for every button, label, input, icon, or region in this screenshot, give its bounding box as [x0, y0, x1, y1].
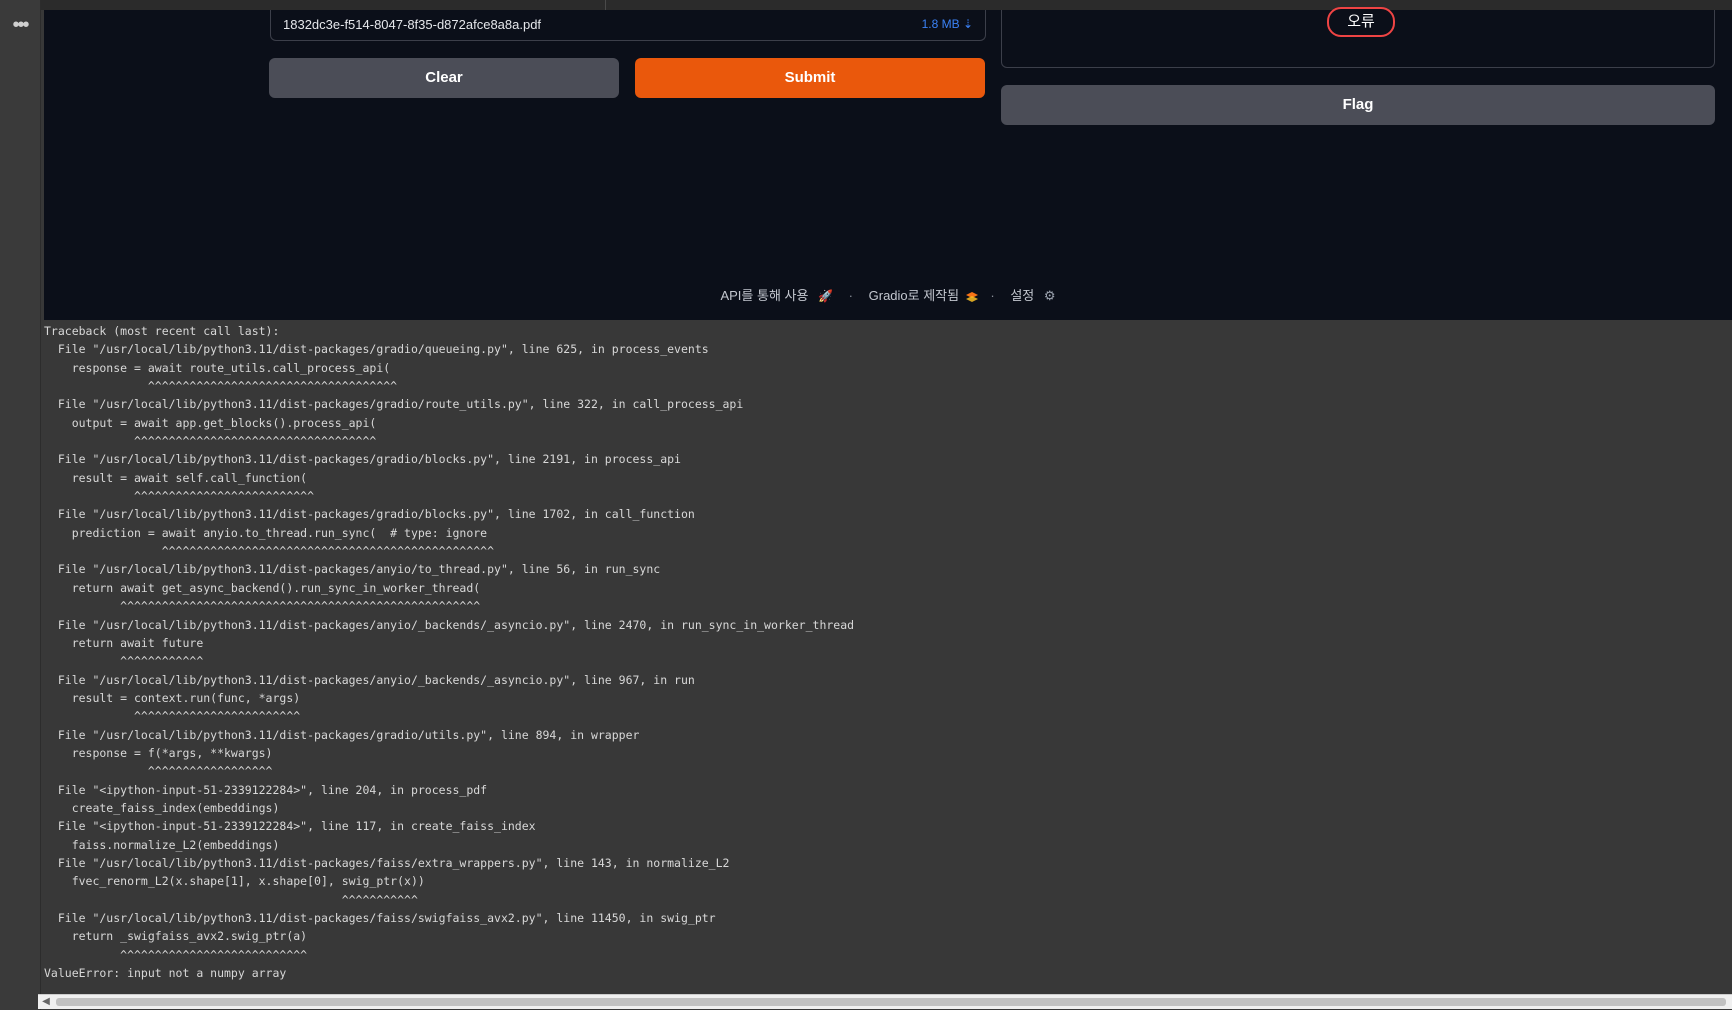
use-via-api-label: API를 통해 사용: [720, 288, 809, 303]
more-options-icon[interactable]: •••: [8, 15, 32, 35]
scroll-left-arrow-icon[interactable]: ◀: [40, 995, 52, 1009]
settings-label: 설정: [1010, 288, 1035, 303]
footer-separator: ·: [990, 288, 995, 303]
scrollbar-thumb[interactable]: [56, 998, 1726, 1006]
traceback-line: return await future: [44, 635, 204, 650]
gradio-logo-icon: [965, 291, 978, 302]
traceback-line: ^^^^^^^^^^^^^^^^^^^^^^^^^^^^^^^^^^^: [44, 434, 377, 449]
gear-icon: ⚙: [1043, 288, 1056, 303]
traceback-line: ^^^^^^^^^^^^: [44, 654, 204, 669]
traceback-line: File "/usr/local/lib/python3.11/dist-pac…: [44, 397, 744, 412]
traceback-line: File "/usr/local/lib/python3.11/dist-pac…: [44, 855, 730, 870]
output-panel: 오류: [1001, 7, 1715, 68]
traceback-line: ^^^^^^^^^^^^^^^^^^^^^^^^: [44, 709, 301, 724]
gradio-app: 1832dc3e-f514-8047-8f35-d872afce8a8a.pdf…: [44, 7, 1732, 320]
settings-link[interactable]: 설정 ⚙: [1007, 288, 1058, 303]
traceback-line: ^^^^^^^^^^^^^^^^^^^^^^^^^^^^^^^^^^^^^^^^…: [44, 544, 495, 559]
traceback-line: File "/usr/local/lib/python3.11/dist-pac…: [44, 911, 716, 925]
traceback-line: ^^^^^^^^^^^: [44, 892, 418, 907]
traceback-line: result = context.run(func, *args): [44, 690, 301, 705]
traceback-line: Traceback (most recent call last):: [44, 324, 280, 338]
traceback-line: ValueError: input not a numpy array: [44, 966, 287, 981]
traceback-line: File "/usr/local/lib/python3.11/dist-pac…: [44, 672, 695, 687]
use-via-api-link[interactable]: API를 통해 사용 🚀: [717, 288, 839, 303]
uploaded-file-row[interactable]: 1832dc3e-f514-8047-8f35-d872afce8a8a.pdf…: [270, 10, 986, 41]
traceback-line: ^^^^^^^^^^^^^^^^^^^^^^^^^^^^^^^^^^^^^^^^…: [44, 599, 481, 614]
traceback-line: prediction = await anyio.to_thread.run_s…: [44, 525, 488, 540]
traceback-line: ^^^^^^^^^^^^^^^^^^: [44, 764, 273, 779]
footer: API를 통해 사용 🚀 · Gradio로 제작됨 · 설정 ⚙: [44, 285, 1732, 304]
traceback-line: response = f(*args, **kwargs): [44, 745, 273, 760]
traceback-line: File "/usr/local/lib/python3.11/dist-pac…: [44, 507, 695, 522]
traceback-line: File "/usr/local/lib/python3.11/dist-pac…: [44, 617, 855, 632]
traceback-line: return await get_async_backend().run_syn…: [44, 580, 481, 595]
built-with-gradio-link[interactable]: Gradio로 제작됨: [866, 288, 982, 303]
traceback-line: File "<ipython-input-51-2339122284>", li…: [44, 819, 536, 834]
traceback-line: result = await self.call_function(: [44, 470, 308, 485]
traceback-line: faiss.normalize_L2(embeddings): [44, 837, 280, 852]
traceback-line: output = await app.get_blocks().process_…: [44, 415, 377, 430]
submit-button[interactable]: Submit: [635, 58, 985, 98]
traceback-line: response = await route_utils.call_proces…: [44, 360, 391, 375]
traceback-line: File "/usr/local/lib/python3.11/dist-pac…: [44, 562, 661, 577]
flag-button[interactable]: Flag: [1001, 85, 1715, 125]
error-traceback: Traceback (most recent call last): File …: [44, 322, 1724, 982]
left-rail: •••: [0, 0, 41, 1010]
traceback-line: File "/usr/local/lib/python3.11/dist-pac…: [44, 727, 640, 742]
footer-separator: ·: [848, 288, 853, 303]
rocket-icon: 🚀: [818, 289, 834, 303]
built-with-gradio-label: Gradio로 제작됨: [868, 288, 960, 303]
traceback-line: fvec_renorm_L2(x.shape[1], x.shape[0], s…: [44, 874, 425, 889]
top-tab-strip: [0, 0, 1732, 10]
traceback-line: ^^^^^^^^^^^^^^^^^^^^^^^^^^^: [44, 947, 308, 962]
traceback-line: ^^^^^^^^^^^^^^^^^^^^^^^^^^^^^^^^^^^^: [44, 379, 398, 394]
file-size-download-link[interactable]: 1.8 MB ⇣: [922, 17, 973, 31]
traceback-line: File "/usr/local/lib/python3.11/dist-pac…: [44, 342, 709, 357]
traceback-line: create_faiss_index(embeddings): [44, 800, 280, 815]
traceback-line: File "/usr/local/lib/python3.11/dist-pac…: [44, 452, 681, 467]
file-name[interactable]: 1832dc3e-f514-8047-8f35-d872afce8a8a.pdf: [283, 17, 541, 32]
traceback-line: return _swigfaiss_avx2.swig_ptr(a): [44, 929, 308, 944]
horizontal-scrollbar[interactable]: ◀: [38, 994, 1732, 1009]
traceback-line: File "<ipython-input-51-2339122284>", li…: [44, 782, 488, 797]
traceback-line: ^^^^^^^^^^^^^^^^^^^^^^^^^^: [44, 489, 315, 504]
tab-divider: [605, 0, 606, 10]
error-status-badge: 오류: [1327, 7, 1395, 37]
clear-button[interactable]: Clear: [269, 58, 619, 98]
